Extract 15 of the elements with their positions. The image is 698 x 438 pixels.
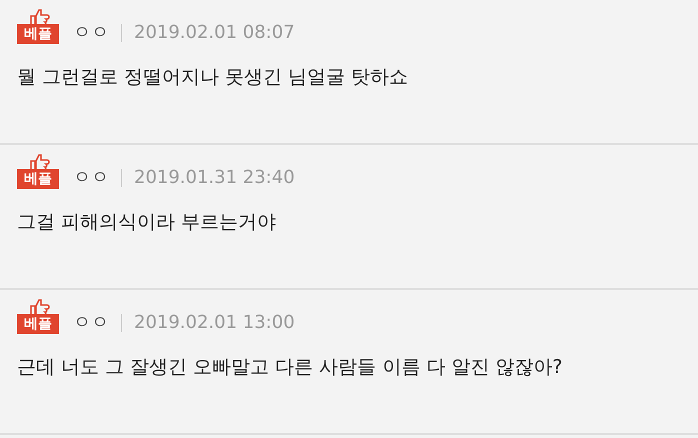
author-name: ㅇㅇ: [73, 167, 109, 189]
author-name: ㅇㅇ: [73, 22, 109, 44]
comment-text: 그걸 피해의식이라 부르는거야: [17, 210, 278, 235]
best-reply-badge: 베플: [17, 169, 59, 189]
best-reply-badge: 베플: [17, 314, 59, 334]
thumbs-up-icon: [29, 9, 51, 25]
comment-date: 2019.02.01 13:00: [134, 312, 295, 334]
comment-text: 뭘 그런걸로 정떨어지나 못생긴 님얼굴 탓하쇼: [17, 65, 410, 90]
thumbs-up-icon: [29, 299, 51, 315]
best-reply-badge: 베플: [17, 24, 59, 44]
comment-text: 근데 너도 그 잘생긴 오빠말고 다른 사람들 이름 다 알진 않잖아?: [17, 355, 564, 380]
comment-date: 2019.02.01 08:07: [134, 22, 295, 44]
author-name: ㅇㅇ: [73, 312, 109, 334]
comment-date: 2019.01.31 23:40: [134, 167, 295, 189]
thumbs-up-icon: [29, 154, 51, 170]
